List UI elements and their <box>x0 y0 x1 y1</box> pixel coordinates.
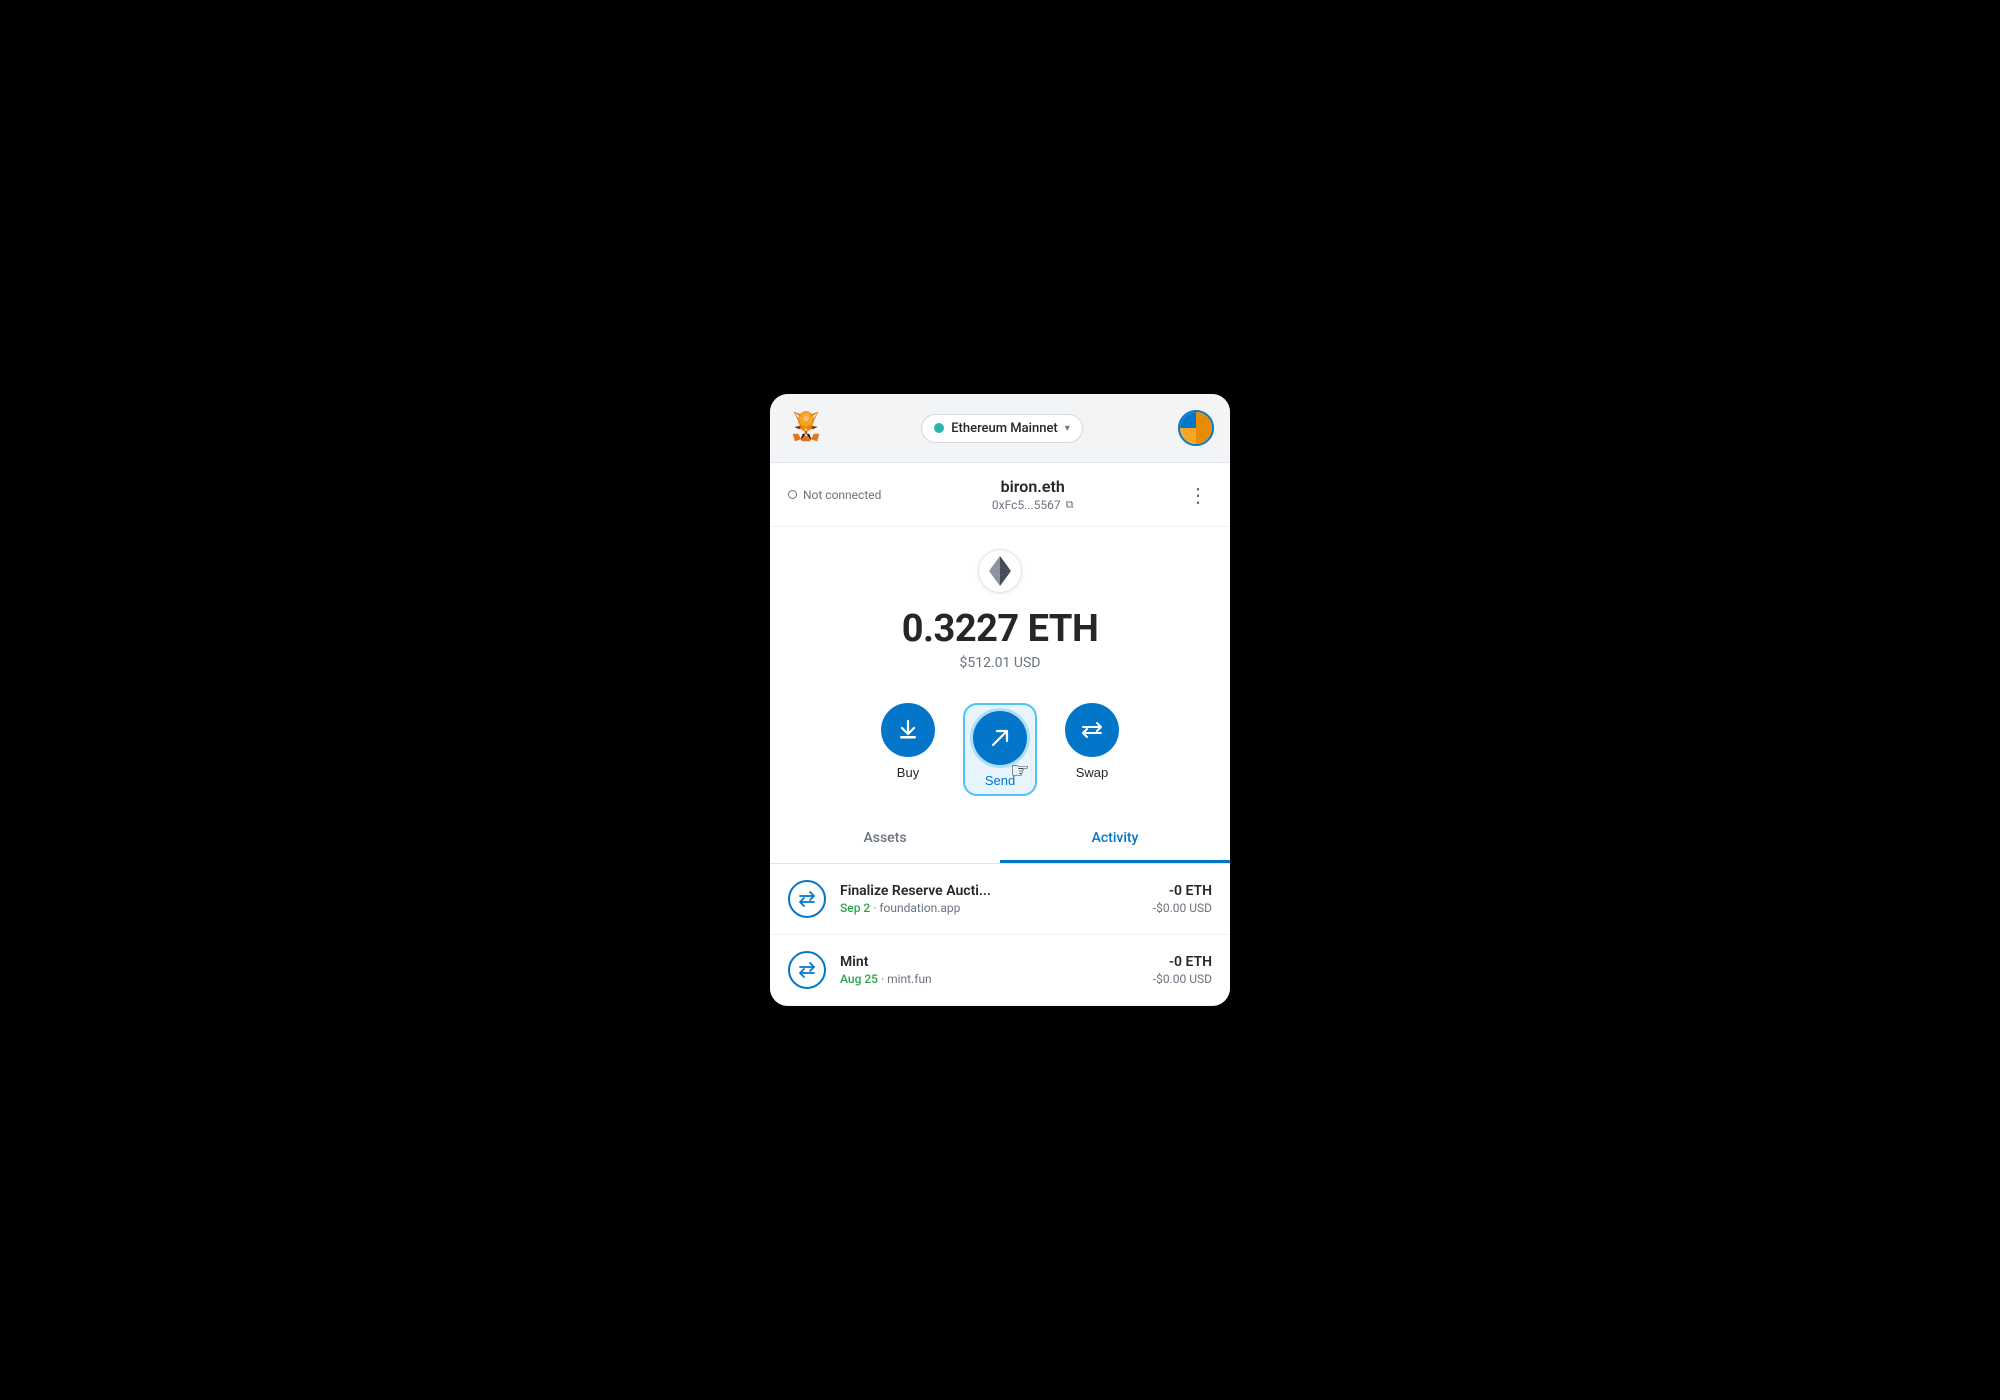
account-name-block: biron.eth 0xFc5...5567 ⧉ <box>881 477 1184 512</box>
table-row[interactable]: Finalize Reserve Aucti... Sep 2 · founda… <box>770 864 1230 935</box>
balance-section: 0.3227 ETH $512.01 USD <box>770 527 1230 703</box>
network-label: Ethereum Mainnet <box>951 421 1058 436</box>
chevron-down-icon: ▾ <box>1065 423 1070 434</box>
activity-tab-label: Activity <box>1092 830 1139 846</box>
balance-currency: ETH <box>1028 607 1099 651</box>
tx-swap-icon-1 <box>788 951 826 989</box>
tx-date-0: Sep 2 <box>840 901 870 915</box>
tx-subtitle-1: Aug 25 · mint.fun <box>840 972 1139 986</box>
avatar-color <box>1180 412 1212 444</box>
download-icon <box>897 719 919 741</box>
tx-eth-0: -0 ETH <box>1153 883 1212 899</box>
tabs-bar: Assets Activity <box>770 816 1230 864</box>
tab-assets[interactable]: Assets <box>770 816 1000 863</box>
tx-eth-1: -0 ETH <box>1153 954 1212 970</box>
metamask-logo <box>786 408 826 448</box>
tx-usd-0: -$0.00 USD <box>1153 901 1212 915</box>
swap-icon-circle <box>1065 703 1119 757</box>
tx-title-0: Finalize Reserve Aucti... <box>840 883 1139 899</box>
account-avatar[interactable] <box>1178 410 1214 446</box>
tx-title-1: Mint <box>840 954 1139 970</box>
eth-diamond-icon <box>989 556 1011 586</box>
send-icon-circle <box>973 711 1027 765</box>
swap-button[interactable]: Swap <box>1065 703 1119 796</box>
tx-info-1: Mint Aug 25 · mint.fun <box>840 954 1139 986</box>
activity-list: Finalize Reserve Aucti... Sep 2 · founda… <box>770 864 1230 1006</box>
send-button[interactable]: Send ☞ <box>973 711 1027 788</box>
action-buttons: Buy Send ☞ <box>770 703 1230 816</box>
tx-swap-icon-0 <box>788 880 826 918</box>
swap-label: Swap <box>1076 765 1109 780</box>
tx-usd-1: -$0.00 USD <box>1153 972 1212 986</box>
account-name: biron.eth <box>881 477 1184 496</box>
send-label: Send <box>985 773 1015 788</box>
header: Ethereum Mainnet ▾ <box>770 394 1230 463</box>
copy-address-icon[interactable]: ⧉ <box>1066 498 1074 512</box>
more-options-button[interactable]: ⋮ <box>1184 481 1212 509</box>
buy-button[interactable]: Buy <box>881 703 935 796</box>
tx-amounts-1: -0 ETH -$0.00 USD <box>1153 954 1212 986</box>
account-address[interactable]: 0xFc5...5567 ⧉ <box>881 498 1184 512</box>
wallet-popup: Ethereum Mainnet ▾ Not connected biron.e… <box>770 394 1230 1006</box>
table-row[interactable]: Mint Aug 25 · mint.fun -0 ETH -$0.00 USD <box>770 935 1230 1006</box>
send-active-highlight: Send ☞ <box>963 703 1037 796</box>
connection-label: Not connected <box>803 488 881 502</box>
account-info-bar: Not connected biron.eth 0xFc5...5567 ⧉ ⋮ <box>770 463 1230 527</box>
tx-subtitle-0: Sep 2 · foundation.app <box>840 901 1139 915</box>
tx-date-1: Aug 25 <box>840 972 878 986</box>
network-status-dot <box>934 423 944 433</box>
tx-source-0: · foundation.app <box>873 901 960 915</box>
refresh-icon <box>798 961 816 979</box>
network-selector[interactable]: Ethereum Mainnet ▾ <box>921 414 1083 443</box>
address-text: 0xFc5...5567 <box>992 498 1061 512</box>
balance-amount: 0.3227 ETH <box>790 607 1210 651</box>
tx-amounts-0: -0 ETH -$0.00 USD <box>1153 883 1212 915</box>
tab-activity[interactable]: Activity <box>1000 816 1230 863</box>
balance-usd: $512.01 USD <box>790 655 1210 671</box>
buy-icon-circle <box>881 703 935 757</box>
send-button-wrapper: Send ☞ <box>963 703 1037 796</box>
balance-number: 0.3227 <box>902 607 1019 651</box>
connection-status: Not connected <box>788 488 881 502</box>
assets-tab-label: Assets <box>863 830 906 846</box>
tx-source-1: · mint.fun <box>881 972 932 986</box>
swap-arrows-icon <box>1081 719 1103 741</box>
send-arrow-icon <box>989 727 1011 749</box>
tx-info-0: Finalize Reserve Aucti... Sep 2 · founda… <box>840 883 1139 915</box>
disconnected-dot <box>788 490 797 499</box>
buy-label: Buy <box>897 765 919 780</box>
eth-logo-circle <box>978 549 1022 593</box>
refresh-icon <box>798 890 816 908</box>
